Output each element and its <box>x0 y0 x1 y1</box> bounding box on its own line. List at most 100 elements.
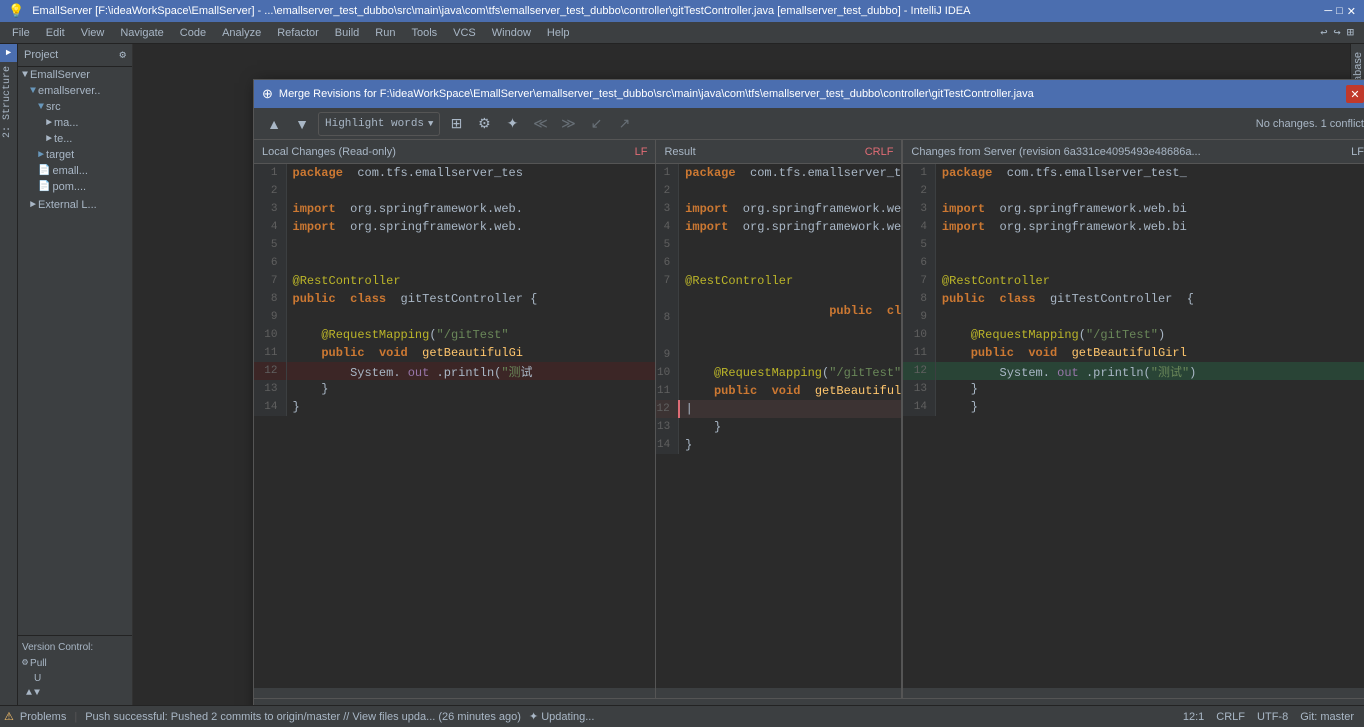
table-row: 9 <box>903 308 1364 326</box>
sidebar-item-pom[interactable]: 📄 pom.... <box>18 179 132 195</box>
merge-close-button[interactable]: ✕ <box>1346 85 1364 103</box>
problems-tab[interactable]: Problems <box>20 711 66 723</box>
folder-icon-5: ► <box>38 150 44 161</box>
left-code-content[interactable]: 1 package com.tfs.emallserver_tes 2 3 im <box>254 164 655 688</box>
menu-navigate[interactable]: Navigate <box>112 25 171 41</box>
menu-code[interactable]: Code <box>172 25 214 41</box>
table-row: 13 } <box>656 418 901 436</box>
file-icon-2: 📄 <box>38 181 50 193</box>
sidebar-item-external[interactable]: ► External L... <box>18 197 132 213</box>
navigate-up-button[interactable]: ▲ <box>262 112 286 136</box>
center-code-content[interactable]: 1 package com.tfs.emallserver_test_c 2 3 <box>656 164 901 688</box>
merge-toolbar: ▲ ▼ Highlight words ▼ ⊞ ⚙ ✦ ≪ ≫ ↙ ↗ No c… <box>254 108 1364 140</box>
menu-build[interactable]: Build <box>327 25 367 41</box>
vc-controls: ▲ ▼ <box>22 686 128 701</box>
table-row: 4 import org.springframework.web.bin <box>656 218 901 236</box>
toolbar-grid[interactable]: ⊞ <box>1347 25 1354 40</box>
accept-right-button[interactable]: Accept Right <box>368 705 470 706</box>
menu-view[interactable]: View <box>73 25 113 41</box>
project-tab[interactable]: ► <box>0 44 17 62</box>
footer-left-buttons: Accept Left Accept Right <box>266 705 470 706</box>
highlight-words-dropdown[interactable]: Highlight words ▼ <box>318 112 440 136</box>
right-panel-encoding: LF <box>1351 146 1364 158</box>
menu-window[interactable]: Window <box>484 25 539 41</box>
warning-icon: ⚠ <box>4 710 14 723</box>
menu-refactor[interactable]: Refactor <box>269 25 327 41</box>
sidebar-item-emallserver[interactable]: ▼ emallserver.. <box>18 83 132 99</box>
table-row: 9 <box>254 308 655 326</box>
table-row: 13 } <box>903 380 1364 398</box>
menu-file[interactable]: File <box>4 25 38 41</box>
settings-button[interactable]: ⚙ <box>472 112 496 136</box>
highlight-words-label: Highlight words <box>325 118 424 130</box>
table-row: 3 import org.springframework.web.bin <box>656 200 901 218</box>
apply-button[interactable]: Apply <box>1225 705 1289 706</box>
sidebar-settings[interactable]: ⚙ <box>119 48 126 62</box>
merge-footer: Accept Left Accept Right Apply Abort <box>254 698 1364 705</box>
vc-arrow-down[interactable]: ▼ <box>34 688 40 699</box>
table-row: 11 public void getBeautifulGirl( <box>656 382 901 400</box>
ide-title-text: EmallServer [F:\ideaWorkSpace\EmallServe… <box>32 5 1316 17</box>
left-scrollbar[interactable] <box>254 688 655 698</box>
table-row: 10 @RequestMapping("/gitTest" <box>254 326 655 344</box>
vc-arrow-up[interactable]: ▲ <box>26 688 32 699</box>
view-toggle-button[interactable]: ⊞ <box>444 112 468 136</box>
vc-collapse-btn[interactable]: ⚙ <box>22 657 28 669</box>
disabled-btn-4: ↗ <box>612 112 636 136</box>
table-row: 11 public void getBeautifulGi <box>254 344 655 362</box>
table-row: 10 @RequestMapping("/gitTest") <box>656 364 901 382</box>
right-scrollbar[interactable] <box>903 688 1364 698</box>
toolbar-redo[interactable]: ↪ <box>1334 25 1341 40</box>
table-row: 7 @RestController <box>254 272 655 290</box>
version-control-label: Version Control: <box>22 640 128 655</box>
left-vertical-tabs: ► 2: Structure <box>0 44 18 705</box>
file-icon-1: 📄 <box>38 165 50 177</box>
menu-run[interactable]: Run <box>367 25 403 41</box>
toolbar-undo[interactable]: ↩ <box>1320 25 1327 40</box>
table-row: 9 <box>656 346 901 364</box>
table-row: 7 @RestController <box>656 272 901 290</box>
disabled-btn-2: ≫ <box>556 112 580 136</box>
navigate-down-button[interactable]: ▼ <box>290 112 314 136</box>
menu-analyze[interactable]: Analyze <box>214 25 269 41</box>
table-row: 3 import org.springframework.web. <box>254 200 655 218</box>
sidebar-item-src[interactable]: ▼ src <box>18 99 132 115</box>
accept-left-button[interactable]: Accept Left <box>266 705 360 706</box>
footer-right-buttons: Apply Abort <box>1225 705 1360 706</box>
left-panel-encoding: LF <box>635 146 648 158</box>
magic-button[interactable]: ✦ <box>500 112 524 136</box>
disabled-btn-3: ↙ <box>584 112 608 136</box>
sidebar-root[interactable]: ▼ EmallServer <box>18 67 132 83</box>
dropdown-arrow-icon: ▼ <box>428 119 433 129</box>
right-code-content[interactable]: 1 package com.tfs.emallserver_test_ 2 3 <box>903 164 1364 688</box>
line-ending[interactable]: CRLF <box>1210 711 1251 723</box>
sidebar-item-target[interactable]: ► target <box>18 147 132 163</box>
menu-help[interactable]: Help <box>539 25 578 41</box>
center-scrollbar[interactable] <box>656 688 901 698</box>
menu-vcs[interactable]: VCS <box>445 25 484 41</box>
sidebar-item-emall[interactable]: 📄 emall... <box>18 163 132 179</box>
center-panel-header: Result CRLF <box>656 140 901 164</box>
sidebar-item-te[interactable]: ► te... <box>18 131 132 147</box>
root-arrow-icon: ▼ <box>22 70 28 81</box>
menu-edit[interactable]: Edit <box>38 25 73 41</box>
menu-tools[interactable]: Tools <box>403 25 445 41</box>
right-panel-header: Changes from Server (revision 6a331ce409… <box>903 140 1364 164</box>
folder-icon-ext: ► <box>30 200 36 211</box>
ide-title-bar: 💡 EmallServer [F:\ideaWorkSpace\EmallSer… <box>0 0 1364 22</box>
merge-title-bar: ⊕ Merge Revisions for F:\ideaWorkSpace\E… <box>254 80 1364 108</box>
structure-tab[interactable]: 2: Structure <box>0 62 17 142</box>
abort-button[interactable]: Abort <box>1297 705 1360 706</box>
table-row: 5 <box>254 236 655 254</box>
left-panel: Local Changes (Read-only) LF 1 package c… <box>254 140 656 698</box>
folder-icon-1: ▼ <box>30 86 36 97</box>
left-code-table: 1 package com.tfs.emallserver_tes 2 3 im <box>254 164 655 416</box>
file-encoding[interactable]: UTF-8 <box>1251 711 1294 723</box>
git-branch[interactable]: Git: master <box>1294 711 1360 723</box>
center-code-table: 1 package com.tfs.emallserver_test_c 2 3 <box>656 164 901 454</box>
project-label: Project <box>24 49 58 61</box>
table-row: 13 } <box>254 380 655 398</box>
conflict-status: No changes. 1 conflict <box>1256 118 1364 130</box>
sidebar-item-ma[interactable]: ► ma... <box>18 115 132 131</box>
table-row: 3 import org.springframework.web.bi <box>903 200 1364 218</box>
